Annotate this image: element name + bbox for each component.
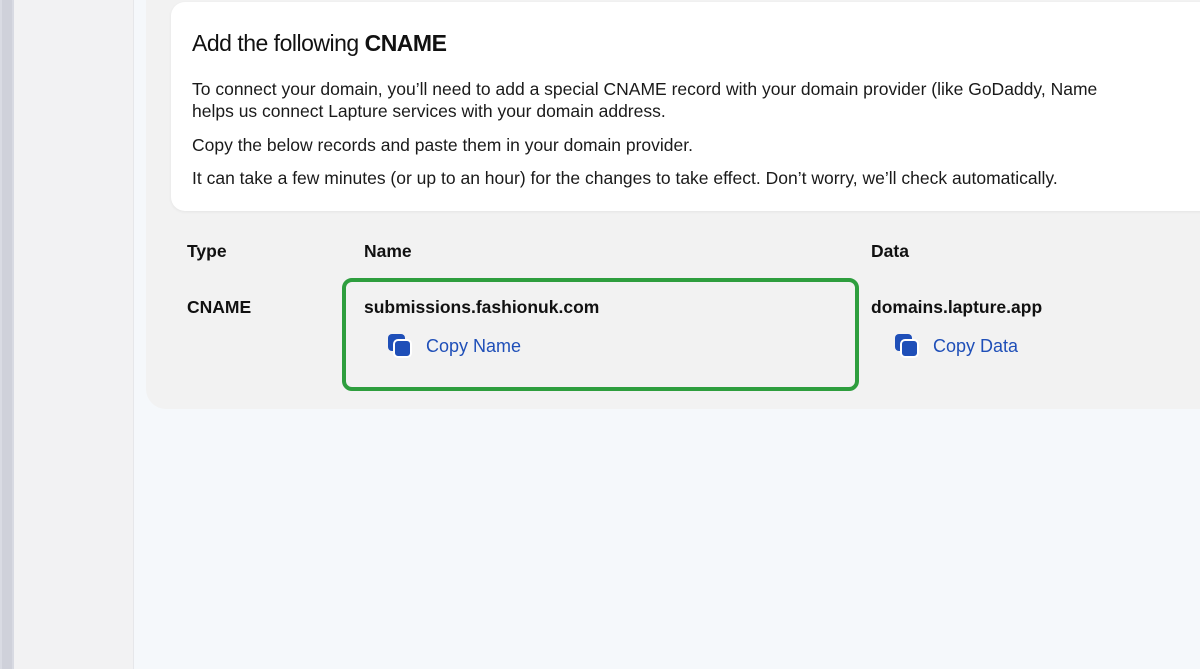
instructions-paragraph-1: To connect your domain, you’ll need to a… [192, 78, 1097, 122]
instructions-paragraph-1-line-1: To connect your domain, you’ll need to a… [192, 79, 1098, 99]
instructions-paragraph-3: It can take a few minutes (or up to an h… [192, 168, 1058, 188]
card-title-strong: CNAME [364, 30, 447, 56]
column-header-data: Data [871, 241, 909, 261]
column-header-name: Name [364, 241, 412, 261]
instructions-paragraph-1-line-2: helps us connect Lapture services with y… [192, 101, 666, 121]
column-header-type: Type [187, 241, 227, 261]
left-edge-strip [0, 0, 14, 669]
sidebar [14, 0, 134, 669]
card-title-prefix: Add the following [192, 30, 365, 56]
left-edge-strip-inner [2, 0, 12, 669]
copy-data-button[interactable]: Copy Data [894, 333, 1018, 359]
name-highlight-box [342, 278, 859, 391]
copy-data-label: Copy Data [933, 335, 1019, 356]
instructions-paragraph-2: Copy the below records and paste them in… [192, 135, 693, 155]
record-data-value: domains.lapture.app [871, 297, 1043, 317]
record-type-value: CNAME [187, 297, 252, 317]
card-title: Add the following CNAME [192, 30, 447, 57]
copy-icon [895, 334, 919, 358]
